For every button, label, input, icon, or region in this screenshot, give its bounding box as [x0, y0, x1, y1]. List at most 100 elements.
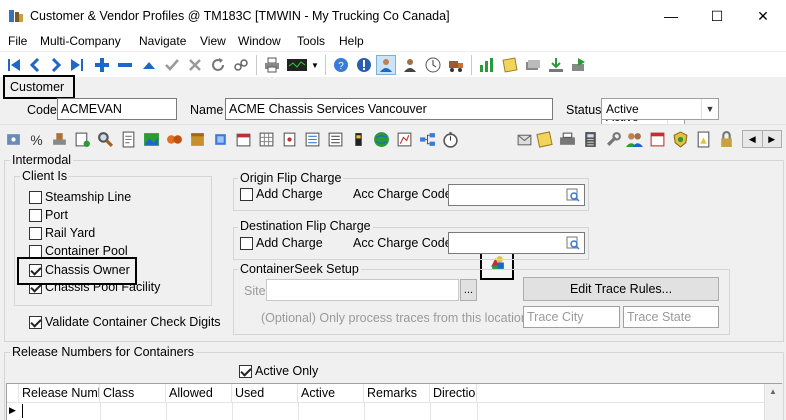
- picture-icon[interactable]: [143, 131, 160, 148]
- globe-icon[interactable]: [373, 131, 390, 148]
- maximize-button[interactable]: ☐: [694, 0, 740, 32]
- notes-icon[interactable]: [500, 55, 520, 75]
- svg-text:?: ?: [338, 61, 344, 72]
- column-remarks[interactable]: Remarks: [364, 384, 430, 402]
- schedule-icon[interactable]: [304, 131, 321, 148]
- destination-acc-charge-label: Acc Charge Code: [353, 236, 452, 250]
- trace-state-input[interactable]: Trace State: [623, 306, 719, 328]
- lookup-icon[interactable]: [566, 236, 580, 250]
- help-icon[interactable]: ?: [331, 55, 351, 75]
- trace-city-input[interactable]: Trace City: [523, 306, 620, 328]
- close-button[interactable]: ✕: [740, 0, 786, 32]
- menu-help[interactable]: Help: [335, 33, 368, 50]
- preview-dropdown-icon[interactable]: ▼: [309, 55, 321, 75]
- menu-navigate[interactable]: Navigate: [135, 33, 190, 50]
- checkbox-box: [29, 227, 42, 240]
- minimize-button[interactable]: —: [648, 0, 694, 32]
- site-browse-button[interactable]: ...: [460, 279, 477, 301]
- contacts-person-icon[interactable]: [376, 55, 396, 75]
- scroll-left-icon[interactable]: ◀: [743, 131, 763, 147]
- port-checkbox[interactable]: Port: [29, 208, 189, 224]
- clock-icon[interactable]: [423, 55, 443, 75]
- origin-acc-charge-input[interactable]: [448, 184, 585, 206]
- print-icon[interactable]: [262, 55, 282, 75]
- map-icon[interactable]: [396, 131, 413, 148]
- percent-icon[interactable]: %: [28, 131, 45, 148]
- cancel-x-icon[interactable]: [185, 55, 205, 75]
- menu-multi-company[interactable]: Multi-Company: [36, 33, 125, 50]
- user-icon[interactable]: [400, 55, 420, 75]
- column-direction[interactable]: Directio: [430, 384, 477, 402]
- invoice-add-icon[interactable]: [74, 131, 91, 148]
- preview-icon[interactable]: [285, 55, 309, 75]
- lock-icon[interactable]: [718, 131, 735, 148]
- scroll-right-icon[interactable]: ▶: [763, 131, 782, 147]
- info-icon[interactable]: [354, 55, 374, 75]
- container-icon[interactable]: [212, 131, 229, 148]
- rail-yard-checkbox[interactable]: Rail Yard: [29, 226, 189, 242]
- stamp-icon[interactable]: [51, 131, 68, 148]
- code-input[interactable]: ACMEVAN: [57, 98, 177, 120]
- grid-vertical-scrollbar[interactable]: ▲: [764, 384, 782, 420]
- envelope-icon[interactable]: [516, 131, 533, 148]
- download-icon[interactable]: [546, 55, 566, 75]
- document-icon[interactable]: [120, 131, 137, 148]
- wrench-icon[interactable]: [605, 131, 622, 148]
- tab-customer[interactable]: Customer: [3, 75, 75, 99]
- report-icon[interactable]: [281, 131, 298, 148]
- next-record-icon[interactable]: [46, 55, 66, 75]
- chassis-owner-checkbox[interactable]: Chassis Owner: [17, 257, 137, 285]
- bill-to-icon[interactable]: [5, 131, 22, 148]
- truck-icon[interactable]: [446, 55, 466, 75]
- menu-window[interactable]: Window: [234, 33, 285, 50]
- printer-icon[interactable]: [559, 131, 576, 148]
- lookup-icon[interactable]: [566, 188, 580, 202]
- menu-file[interactable]: File: [4, 33, 31, 50]
- scroll-up-icon[interactable]: ▲: [769, 387, 777, 396]
- column-class[interactable]: Class: [100, 384, 166, 402]
- column-allowed[interactable]: Allowed: [166, 384, 232, 402]
- destination-acc-charge-input[interactable]: [448, 232, 585, 254]
- bar-chart-icon[interactable]: [477, 55, 497, 75]
- first-record-icon[interactable]: [4, 55, 24, 75]
- link-icon[interactable]: [231, 55, 251, 75]
- validate-check-digits-checkbox[interactable]: Validate Container Check Digits: [29, 315, 221, 331]
- save-check-icon[interactable]: [162, 55, 182, 75]
- search-icon[interactable]: [97, 131, 114, 148]
- package-icon[interactable]: [189, 131, 206, 148]
- column-active[interactable]: Active: [298, 384, 364, 402]
- calculator-icon[interactable]: [582, 131, 599, 148]
- grid-icon[interactable]: [258, 131, 275, 148]
- shield-icon[interactable]: [672, 131, 689, 148]
- calendar-icon[interactable]: [235, 131, 252, 148]
- edit-up-icon[interactable]: [139, 55, 159, 75]
- status-select[interactable]: Active ▼: [601, 98, 719, 120]
- users-icon[interactable]: [626, 131, 643, 148]
- site-input[interactable]: [266, 279, 459, 301]
- handshake-icon[interactable]: [166, 131, 183, 148]
- fuel-icon[interactable]: [350, 131, 367, 148]
- warning-doc-icon[interactable]: [695, 131, 712, 148]
- sticky-note-icon[interactable]: [536, 131, 553, 148]
- column-used[interactable]: Used: [232, 384, 298, 402]
- list-icon[interactable]: [327, 131, 344, 148]
- stack-icon[interactable]: [523, 55, 543, 75]
- hierarchy-icon[interactable]: [419, 131, 436, 148]
- add-record-icon[interactable]: [92, 55, 112, 75]
- edit-trace-rules-button[interactable]: Edit Trace Rules...: [523, 277, 719, 301]
- last-record-icon[interactable]: [67, 55, 87, 75]
- active-only-checkbox[interactable]: Active Only: [239, 364, 339, 380]
- delete-record-icon[interactable]: [115, 55, 135, 75]
- export-icon[interactable]: [569, 55, 589, 75]
- menu-view[interactable]: View: [196, 33, 230, 50]
- name-input[interactable]: ACME Chassis Services Vancouver: [225, 98, 553, 120]
- stopwatch-icon[interactable]: [442, 131, 459, 148]
- calendar-date-icon[interactable]: [649, 131, 666, 148]
- refresh-icon[interactable]: [208, 55, 228, 75]
- destination-add-charge-checkbox[interactable]: Add Charge: [240, 236, 340, 252]
- menu-tools[interactable]: Tools: [293, 33, 329, 50]
- column-release-number[interactable]: Release Numb: [19, 384, 100, 402]
- origin-add-charge-checkbox[interactable]: Add Charge: [240, 187, 340, 203]
- steamship-line-checkbox[interactable]: Steamship Line: [29, 190, 189, 206]
- previous-record-icon[interactable]: [25, 55, 45, 75]
